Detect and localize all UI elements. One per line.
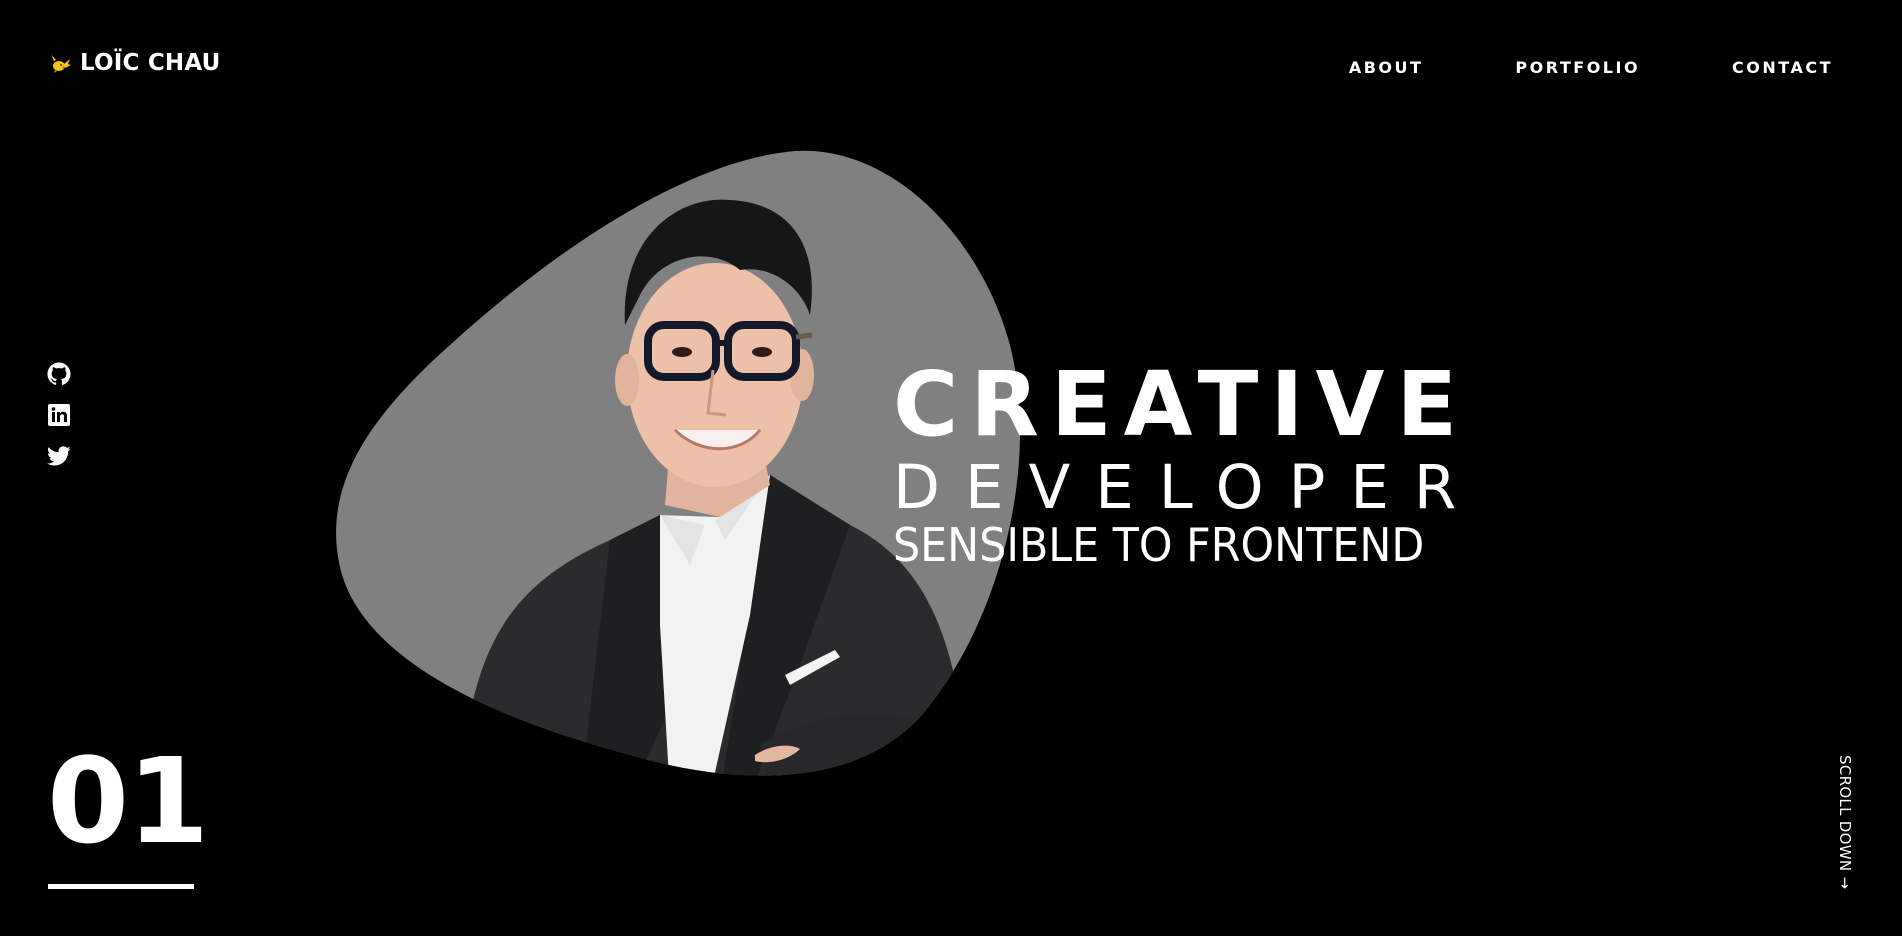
section-underline xyxy=(48,884,194,889)
brand-link[interactable]: LOÏC CHAU xyxy=(48,50,221,76)
nav-portfolio[interactable]: PORTFOLIO xyxy=(1515,58,1640,77)
nav-contact[interactable]: CONTACT xyxy=(1732,58,1833,77)
pikachu-logo-icon xyxy=(48,51,72,75)
github-icon[interactable] xyxy=(47,362,71,386)
brand-name: LOÏC CHAU xyxy=(80,50,221,76)
headline-developer: DEVELOPER xyxy=(893,452,1482,523)
hero-headline: CREATIVE DEVELOPER SENSIBLE TO FRONTEND xyxy=(893,352,1482,572)
page: LOÏC CHAU ABOUT PORTFOLIO CONTACT CREATI… xyxy=(0,0,1902,936)
headline-tagline: SENSIBLE TO FRONTEND xyxy=(893,518,1425,572)
scroll-down-label: SCROLL DOWN → xyxy=(1836,755,1854,890)
social-links xyxy=(47,362,71,468)
scroll-down-link[interactable]: SCROLL DOWN → xyxy=(1830,755,1858,895)
main-nav: ABOUT PORTFOLIO CONTACT xyxy=(1349,58,1833,77)
nav-about[interactable]: ABOUT xyxy=(1349,58,1424,77)
section-number: 01 xyxy=(47,732,209,870)
headline-creative: CREATIVE xyxy=(893,352,1470,456)
linkedin-icon[interactable] xyxy=(47,403,71,427)
twitter-icon[interactable] xyxy=(47,444,71,468)
